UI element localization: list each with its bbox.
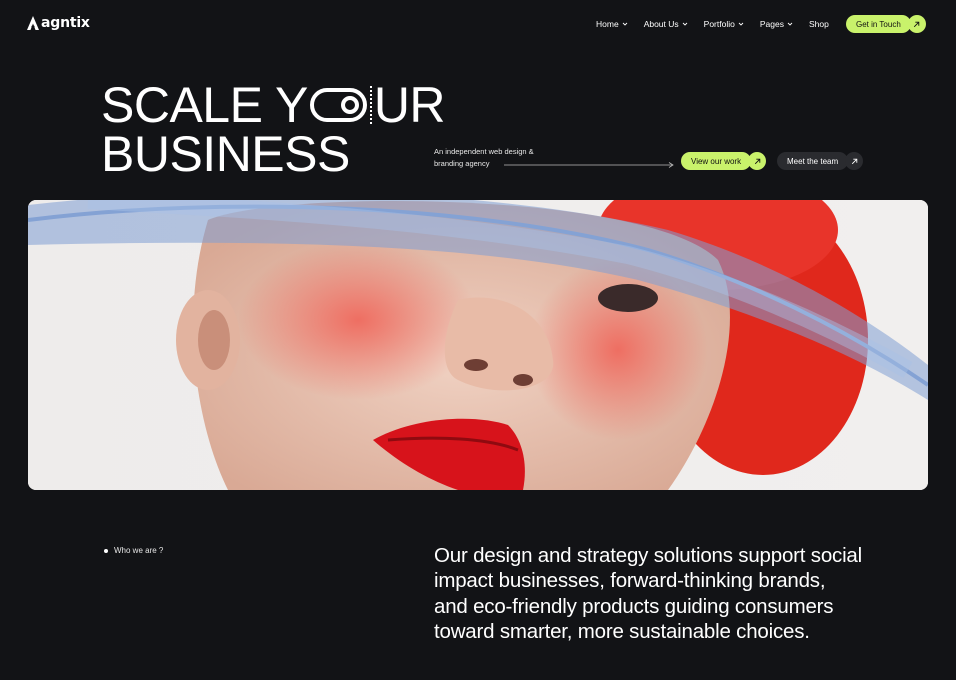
nav-item-about-us[interactable]: About Us bbox=[644, 19, 688, 29]
chevron-down-icon bbox=[682, 22, 687, 26]
chevron-down-icon bbox=[622, 22, 628, 26]
hero-heading-line2: BUSINESS bbox=[101, 126, 350, 182]
nav-item-label: Pages bbox=[759, 19, 784, 29]
meet-the-team-button[interactable]: Meet the team bbox=[777, 152, 864, 170]
get-in-touch-button[interactable]: Get in Touch bbox=[846, 15, 926, 33]
get-in-touch-label: Get in Touch bbox=[846, 15, 911, 33]
portrait-illustration bbox=[28, 200, 928, 490]
meet-the-team-label: Meet the team bbox=[777, 152, 849, 170]
who-we-are-label: Who we are ? bbox=[104, 546, 163, 555]
nav-item-pages[interactable]: Pages bbox=[760, 19, 793, 29]
nav-item-shop[interactable]: Shop bbox=[809, 19, 829, 29]
nav-item-label: Home bbox=[596, 19, 619, 29]
nav-item-label: About Us bbox=[643, 19, 679, 29]
nav-item-label: Portfolio bbox=[703, 19, 735, 29]
nav-item-label: Shop bbox=[808, 19, 829, 29]
long-arrow-right-icon bbox=[504, 162, 674, 168]
logo[interactable]: agntix bbox=[26, 15, 90, 31]
arrow-up-right-icon bbox=[907, 15, 926, 33]
hero-heading-line1: SCALE Y UR bbox=[101, 77, 446, 133]
text-cursor-icon bbox=[369, 86, 372, 124]
chevron-down-icon bbox=[787, 22, 793, 26]
hero-heading-start: SCALE Y bbox=[101, 77, 308, 133]
site-header: agntix Home About Us Portfolio Pages Sho… bbox=[0, 0, 956, 48]
nav-item-home[interactable]: Home bbox=[596, 19, 628, 29]
bullet-dot-icon bbox=[104, 548, 108, 553]
hero-heading-end: UR bbox=[373, 77, 446, 133]
chevron-down-icon bbox=[738, 22, 744, 26]
logo-text: agntix bbox=[41, 15, 90, 31]
nav-item-portfolio[interactable]: Portfolio bbox=[704, 19, 744, 29]
arrow-up-right-icon bbox=[845, 152, 864, 170]
logo-a-icon bbox=[27, 16, 39, 30]
view-our-work-button[interactable]: View our work bbox=[681, 152, 767, 170]
about-statement: Our design and strategy solutions suppor… bbox=[434, 544, 862, 643]
toggle-icon bbox=[309, 88, 367, 122]
who-we-are-text: Who we are ? bbox=[114, 546, 164, 555]
main-nav: Home About Us Portfolio Pages Shop bbox=[596, 19, 829, 29]
hero-image bbox=[28, 200, 928, 490]
view-our-work-label: View our work bbox=[681, 152, 752, 170]
arrow-up-right-icon bbox=[748, 152, 767, 170]
